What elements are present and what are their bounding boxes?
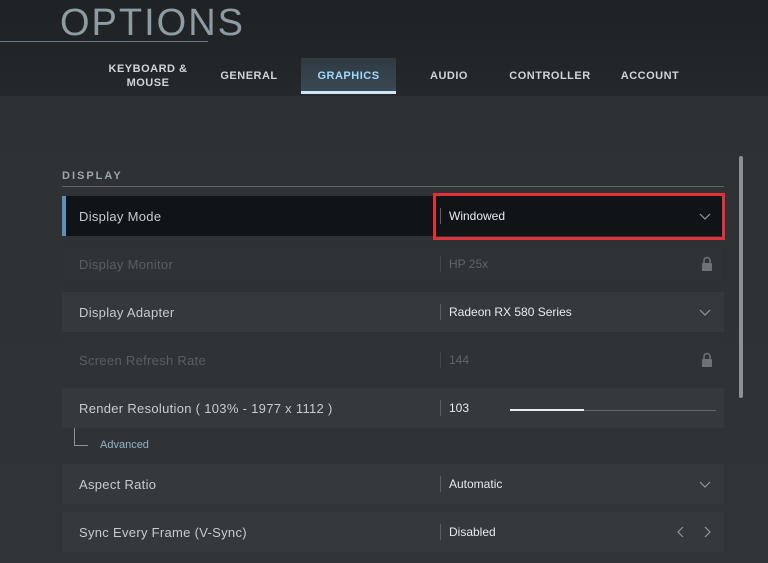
setting-label: Render Resolution ( 103% - 1977 x 1112 ) bbox=[79, 400, 333, 416]
top-bar: OPTIONS KEYBOARD & MOUSE GENERAL GRAPHIC… bbox=[0, 0, 768, 96]
setting-label: Display Mode bbox=[79, 208, 162, 224]
setting-label: Display Monitor bbox=[79, 256, 174, 272]
column-divider bbox=[440, 524, 441, 540]
tab-label: ACCOUNT bbox=[620, 70, 680, 82]
setting-row-aspect-ratio[interactable]: Aspect Ratio Automatic bbox=[62, 464, 724, 504]
setting-value: Windowed bbox=[449, 209, 506, 223]
setting-value: 144 bbox=[449, 353, 470, 367]
tab-label: GENERAL bbox=[220, 70, 278, 82]
setting-label: Screen Refresh Rate bbox=[79, 352, 207, 368]
slider-fill[interactable] bbox=[510, 409, 584, 411]
setting-row-render-resolution[interactable]: Render Resolution ( 103% - 1977 x 1112 )… bbox=[62, 388, 724, 428]
arrow-selector[interactable] bbox=[676, 525, 712, 539]
setting-row-vsync[interactable]: Sync Every Frame (V-Sync) Disabled bbox=[62, 512, 724, 552]
tab-controller[interactable]: CONTROLLER bbox=[503, 58, 597, 94]
chevron-down-icon[interactable] bbox=[698, 477, 712, 491]
lock-icon bbox=[702, 256, 712, 271]
setting-value: Disabled bbox=[449, 525, 496, 539]
column-divider bbox=[440, 208, 441, 224]
tab-audio[interactable]: AUDIO bbox=[410, 58, 488, 94]
tab-label: KEYBOARD & MOUSE bbox=[108, 63, 188, 89]
tab-label: AUDIO bbox=[430, 70, 468, 82]
section-divider bbox=[62, 186, 724, 187]
tab-graphics[interactable]: GRAPHICS bbox=[301, 58, 396, 94]
chevron-left-icon bbox=[677, 526, 684, 538]
setting-row-display-mode[interactable]: Display Mode Windowed bbox=[62, 196, 724, 236]
lock-icon bbox=[702, 352, 712, 367]
column-divider bbox=[440, 476, 441, 492]
title-underline bbox=[0, 41, 208, 42]
section-title: DISPLAY bbox=[62, 170, 123, 182]
tab-account[interactable]: ACCOUNT bbox=[612, 58, 688, 94]
setting-row-display-adapter[interactable]: Display Adapter Radeon RX 580 Series bbox=[62, 292, 724, 332]
tab-label: CONTROLLER bbox=[509, 70, 591, 82]
setting-label: Display Adapter bbox=[79, 304, 175, 320]
setting-row-display-monitor: Display Monitor HP 25x bbox=[62, 244, 724, 284]
chevron-down-icon[interactable] bbox=[698, 305, 712, 319]
page-title: OPTIONS bbox=[60, 2, 246, 44]
column-divider bbox=[440, 256, 441, 272]
setting-value: Radeon RX 580 Series bbox=[449, 305, 572, 319]
column-divider bbox=[440, 352, 441, 368]
setting-label: Aspect Ratio bbox=[79, 476, 157, 492]
column-divider bbox=[440, 304, 441, 320]
tab-general[interactable]: GENERAL bbox=[208, 58, 290, 94]
setting-value: HP 25x bbox=[449, 257, 489, 271]
column-divider bbox=[440, 400, 441, 416]
tree-branch bbox=[74, 428, 88, 446]
chevron-down-icon[interactable] bbox=[698, 209, 712, 223]
scrollbar[interactable] bbox=[739, 156, 743, 398]
setting-value: 103 bbox=[449, 401, 470, 415]
setting-label: Sync Every Frame (V-Sync) bbox=[79, 524, 247, 540]
setting-row-screen-refresh-rate: Screen Refresh Rate 144 bbox=[62, 340, 724, 380]
tab-keyboard-mouse[interactable]: KEYBOARD & MOUSE bbox=[102, 58, 194, 94]
tab-label: GRAPHICS bbox=[317, 70, 380, 82]
chevron-right-icon bbox=[704, 526, 711, 538]
setting-value: Automatic bbox=[449, 477, 503, 491]
advanced-link[interactable]: Advanced bbox=[100, 439, 149, 451]
